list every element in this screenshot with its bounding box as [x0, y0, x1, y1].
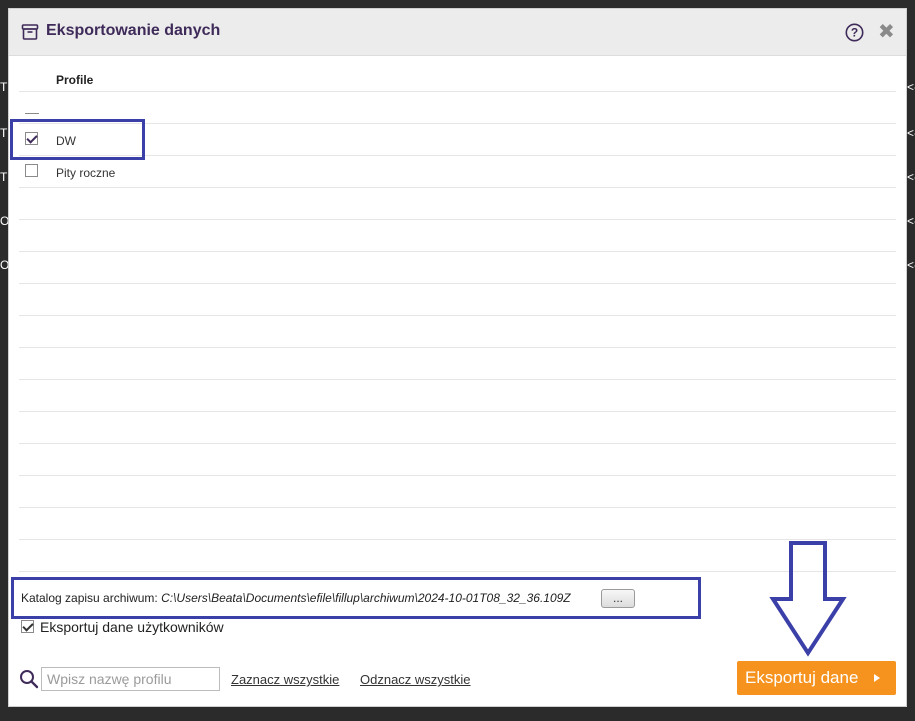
export-button[interactable]: Eksportuj dane: [737, 661, 896, 695]
export-dialog: Eksportowanie danych ? ✖ Profile DW Pity…: [8, 8, 907, 707]
empty-row: [19, 188, 896, 220]
background-text-fragment: <-: [907, 214, 915, 228]
export-button-label: Eksportuj dane: [745, 668, 859, 687]
annotation-highlight-path: [11, 577, 701, 619]
select-all-link[interactable]: Zaznacz wszystkie: [231, 672, 339, 687]
list-item[interactable]: DW: [19, 124, 896, 156]
annotation-highlight-profile: [10, 119, 145, 160]
empty-row: [19, 412, 896, 444]
profile-checkbox[interactable]: [25, 164, 38, 177]
background-text-fragment: O: [0, 258, 8, 272]
background-text-fragment: <-: [907, 126, 915, 140]
list-item[interactable]: [19, 92, 896, 124]
empty-row: [19, 540, 896, 572]
dialog-header: Eksportowanie danych ? ✖: [9, 9, 906, 56]
profiles-list: Profile DW Pity roczne: [19, 56, 896, 572]
export-users-checkbox[interactable]: [21, 620, 34, 633]
play-arrow-icon: [874, 674, 880, 682]
partial-checkbox[interactable]: [25, 113, 39, 114]
background-text-fragment: <-: [907, 170, 915, 184]
background-text-fragment: T: [0, 80, 8, 94]
background-text-fragment: O: [0, 214, 8, 228]
empty-row: [19, 316, 896, 348]
archive-box-icon: [21, 24, 39, 40]
profile-search-input[interactable]: [41, 667, 220, 691]
empty-row: [19, 284, 896, 316]
export-users-label: Eksportuj dane użytkowników: [40, 619, 224, 635]
search-icon: [20, 670, 39, 689]
list-item[interactable]: Pity roczne: [19, 156, 896, 188]
deselect-all-link[interactable]: Odznacz wszystkie: [360, 672, 471, 687]
help-circle-icon[interactable]: ?: [845, 23, 864, 42]
background-text-fragment: <-: [907, 258, 915, 272]
background-text-fragment: T: [0, 170, 8, 184]
background-text-fragment: T: [0, 126, 8, 140]
empty-row: [19, 476, 896, 508]
background-text-fragment: <-: [907, 80, 915, 94]
empty-row: [19, 348, 896, 380]
empty-row: [19, 508, 896, 540]
column-header-profile: Profile: [56, 73, 94, 87]
empty-row: [19, 380, 896, 412]
empty-row: [19, 252, 896, 284]
annotation-arrow-icon: [769, 541, 847, 657]
empty-row: [19, 444, 896, 476]
close-icon[interactable]: ✖: [878, 22, 895, 42]
empty-row: [19, 220, 896, 252]
svg-text:?: ?: [851, 26, 858, 40]
list-header: Profile: [19, 56, 896, 92]
dialog-title: Eksportowanie danych: [46, 22, 221, 39]
profile-label: Pity roczne: [56, 166, 116, 180]
